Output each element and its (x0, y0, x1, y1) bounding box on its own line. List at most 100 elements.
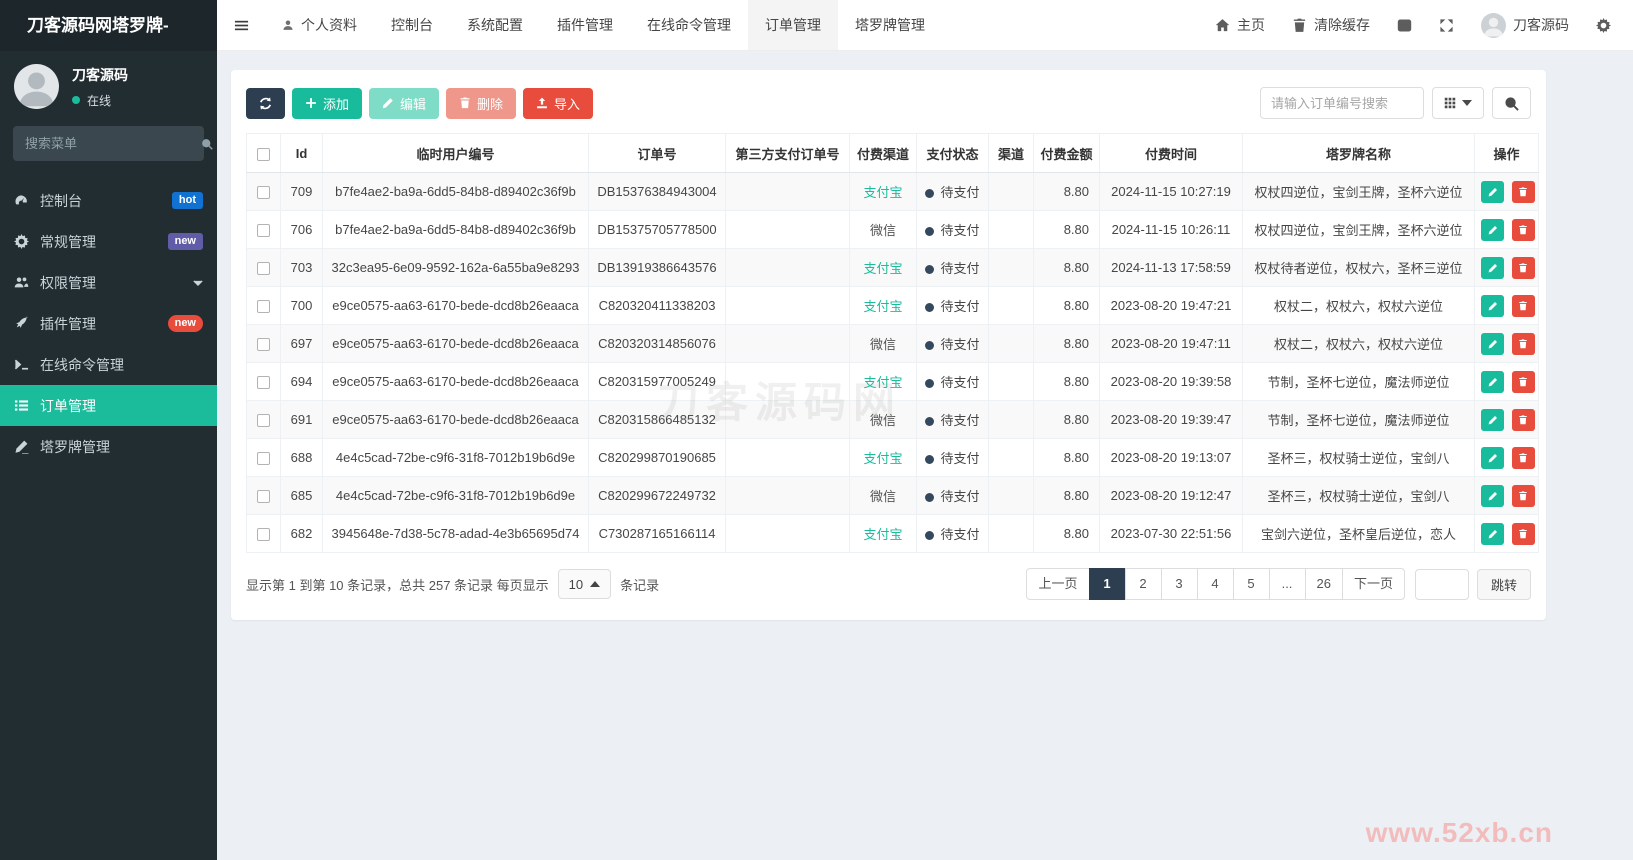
delete-button[interactable] (1511, 446, 1535, 469)
delete-button[interactable] (1511, 294, 1535, 317)
row-checkbox[interactable] (257, 186, 270, 200)
nav-item-profile[interactable]: 个人资料 (265, 0, 374, 50)
page-button-2[interactable]: 2 (1124, 568, 1162, 600)
cell-id: 694 (280, 362, 323, 401)
hamburger-menu-icon[interactable] (217, 0, 265, 50)
terminal-icon (14, 359, 29, 370)
row-checkbox[interactable] (257, 338, 270, 352)
select-all-checkbox[interactable] (257, 147, 270, 161)
cell-order-no: DB15375705778500 (588, 210, 726, 249)
delete-button[interactable] (1511, 218, 1535, 241)
topbar: 个人资料 控制台 系统配置 插件管理 在线命令管理 订单管理 塔罗牌管理 主页 … (217, 0, 1633, 51)
table-row: 682 3945648e-7d38-5c78-adad-4e3b65695d74… (246, 514, 1539, 553)
sidebar-item-permissions[interactable]: 权限管理 (0, 262, 217, 303)
status-dot-icon (925, 227, 935, 236)
edit-button[interactable] (1481, 256, 1504, 279)
search-button[interactable] (1492, 87, 1531, 119)
sidebar-search-input[interactable] (25, 136, 201, 151)
nav-item-tarot[interactable]: 塔罗牌管理 (838, 0, 942, 50)
cell-temp-user-id: e9ce0575-aa63-6170-bede-dcd8b26eaaca (322, 324, 589, 363)
jump-button[interactable]: 跳转 (1476, 568, 1531, 600)
table-row: 691 e9ce0575-aa63-6170-bede-dcd8b26eaaca… (246, 400, 1539, 439)
page-button-26[interactable]: 26 (1304, 568, 1343, 600)
page-ellipsis[interactable]: ... (1268, 568, 1306, 600)
edit-button[interactable] (1481, 408, 1504, 431)
edit-button[interactable] (1481, 370, 1504, 393)
nav-item-plugins[interactable]: 插件管理 (540, 0, 630, 50)
cell-pay-time: 2024-11-15 10:26:11 (1099, 210, 1243, 249)
edit-button[interactable] (1481, 332, 1504, 355)
nav-item-orders[interactable]: 订单管理 (748, 0, 838, 50)
page-button-1[interactable]: 1 (1088, 568, 1126, 600)
cell-tarot-names: 圣杯三，权杖骑士逆位，宝剑八 (1242, 438, 1475, 477)
sidebar-item-dashboard[interactable]: 控制台 hot (0, 180, 217, 221)
delete-button[interactable] (1511, 484, 1535, 507)
home-link[interactable]: 主页 (1215, 15, 1265, 35)
page-button-3[interactable]: 3 (1160, 568, 1198, 600)
sidebar-item-orders[interactable]: 订单管理 (0, 385, 217, 426)
add-button[interactable]: 添加 (292, 87, 363, 119)
prev-page-button[interactable]: 上一页 (1026, 568, 1090, 600)
row-checkbox[interactable] (257, 414, 270, 428)
edit-button[interactable] (1481, 484, 1504, 507)
delete-button[interactable] (1511, 522, 1535, 545)
page-size-select[interactable]: 10 (557, 569, 612, 599)
settings-button[interactable] (1596, 17, 1611, 33)
edit-button[interactable] (1481, 294, 1504, 317)
refresh-button[interactable] (246, 87, 285, 119)
columns-button[interactable] (1432, 87, 1484, 119)
cell-pay-time: 2023-08-20 19:39:58 (1099, 362, 1243, 401)
person-icon (1484, 17, 1503, 36)
jump-page-input[interactable] (1414, 568, 1469, 600)
edit-button-toolbar[interactable]: 编辑 (369, 87, 440, 119)
cell-actions (1474, 514, 1539, 553)
order-search-input[interactable] (1260, 87, 1424, 119)
sidebar-item-label: 常规管理 (40, 233, 96, 250)
import-button[interactable]: 导入 (523, 87, 594, 119)
edit-button[interactable] (1481, 180, 1504, 203)
edit-button[interactable] (1481, 522, 1504, 545)
nav-item-dashboard[interactable]: 控制台 (374, 0, 450, 50)
sidebar-item-general[interactable]: 常规管理 new (0, 221, 217, 262)
cell-temp-user-id: 4e4c5cad-72be-c9f6-31f8-7012b19b6d9e (322, 476, 589, 515)
cell-pay-channel: 支付宝 (849, 286, 917, 325)
delete-button[interactable] (1511, 180, 1535, 203)
row-checkbox[interactable] (257, 376, 270, 390)
next-page-button[interactable]: 下一页 (1341, 568, 1405, 600)
cell-pay-time: 2023-08-20 19:47:11 (1099, 324, 1243, 363)
cell-pay-time: 2024-11-15 10:27:19 (1099, 172, 1243, 211)
row-checkbox[interactable] (257, 224, 270, 238)
row-checkbox[interactable] (257, 490, 270, 504)
fullscreen-button[interactable] (1439, 18, 1454, 33)
page-button-4[interactable]: 4 (1196, 568, 1234, 600)
nav-item-online-command[interactable]: 在线命令管理 (630, 0, 748, 50)
user-menu[interactable]: 刀客源码 (1481, 12, 1569, 38)
delete-button[interactable] (1511, 332, 1535, 355)
cell-channel (988, 286, 1034, 325)
clear-cache-link[interactable]: 清除缓存 (1292, 15, 1370, 35)
search-icon[interactable] (201, 138, 213, 150)
delete-button[interactable] (1511, 370, 1535, 393)
delete-button-toolbar[interactable]: 删除 (446, 87, 517, 119)
expand-icon (1440, 18, 1453, 32)
nav-item-system-config[interactable]: 系统配置 (450, 0, 540, 50)
cell-third-party-order-no (725, 210, 850, 249)
delete-button[interactable] (1511, 408, 1535, 431)
delete-button[interactable] (1511, 256, 1535, 279)
cell-temp-user-id: e9ce0575-aa63-6170-bede-dcd8b26eaaca (322, 286, 589, 325)
row-checkbox[interactable] (257, 262, 270, 276)
cell-third-party-order-no (725, 286, 850, 325)
row-checkbox[interactable] (257, 452, 270, 466)
edit-button[interactable] (1481, 218, 1504, 241)
cell-amount: 8.80 (1033, 400, 1100, 439)
language-button[interactable] (1397, 18, 1412, 33)
page-button-5[interactable]: 5 (1232, 568, 1270, 600)
cell-amount: 8.80 (1033, 172, 1100, 211)
sidebar-item-online-command[interactable]: 在线命令管理 (0, 344, 217, 385)
row-checkbox[interactable] (257, 528, 270, 542)
status-text: 待支付 (940, 299, 980, 314)
sidebar-item-tarot[interactable]: 塔罗牌管理 (0, 426, 217, 467)
sidebar-item-plugins[interactable]: 插件管理 new (0, 303, 217, 344)
edit-button[interactable] (1481, 446, 1504, 469)
row-checkbox[interactable] (257, 300, 270, 314)
